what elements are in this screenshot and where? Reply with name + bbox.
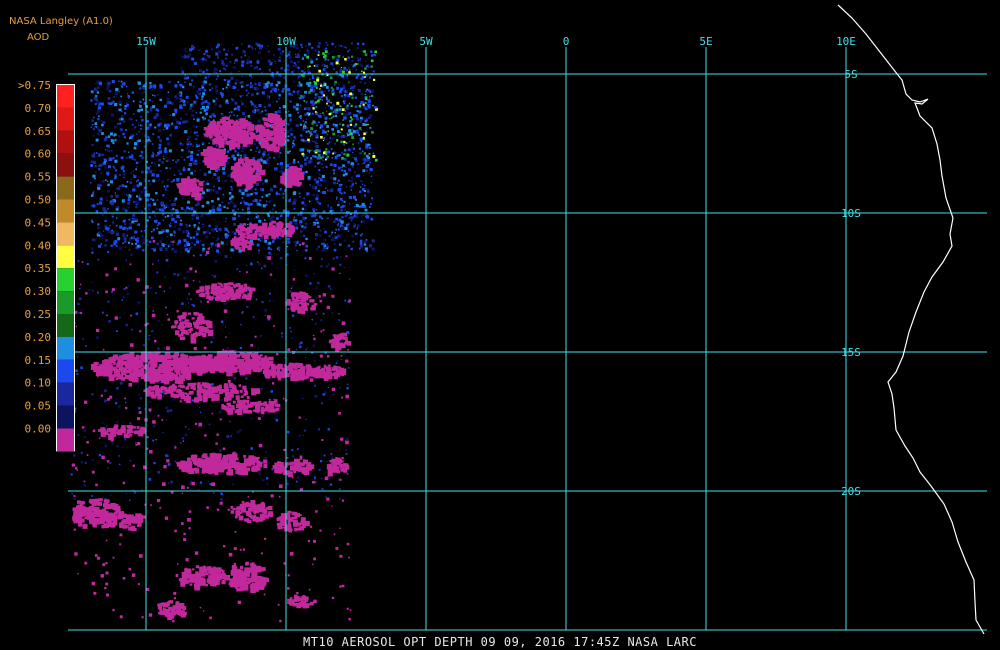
longitude-label: 10W xyxy=(276,35,296,48)
legend-label: 0.00 xyxy=(25,423,52,436)
latitude-label: 20S xyxy=(841,485,861,498)
map-background xyxy=(0,0,1000,650)
legend-label: 0.50 xyxy=(25,194,52,207)
latitude-label: 15S xyxy=(841,346,861,359)
legend-swatch xyxy=(57,268,74,292)
legend-label: 0.25 xyxy=(25,308,52,321)
legend-swatch xyxy=(57,291,74,314)
legend-label: 0.45 xyxy=(25,216,52,229)
latitude-label: 10S xyxy=(841,207,861,220)
legend-label: 0.40 xyxy=(25,239,52,252)
longitude-label: 10E xyxy=(836,35,856,48)
map-caption: MT10 AEROSOL OPT DEPTH 09 09, 2016 17:45… xyxy=(303,635,697,649)
legend-label: >0.75 xyxy=(18,79,51,92)
legend-label: 0.05 xyxy=(25,400,52,413)
legend-label: 0.35 xyxy=(25,262,52,275)
legend-swatch xyxy=(57,222,74,246)
legend-label: 0.10 xyxy=(25,377,52,390)
legend-label: 0.30 xyxy=(25,285,52,298)
legend-swatch xyxy=(57,382,74,406)
longitude-label: 0 xyxy=(563,35,570,48)
aod-map: 15W 10W 5W 0 5E 10E 5S 10S 15S 20S >0.75 0.70 0.65 0… xyxy=(0,0,1000,650)
legend-swatch xyxy=(57,314,74,337)
legend-swatch xyxy=(57,85,74,108)
legend-swatch xyxy=(57,130,74,154)
latitude-label: 5S xyxy=(844,68,857,81)
legend-label: 0.20 xyxy=(25,331,52,344)
legend-swatch xyxy=(57,153,74,177)
legend-swatch xyxy=(57,176,74,200)
legend-swatch xyxy=(57,405,74,429)
product-label: AOD xyxy=(27,32,50,43)
legend-swatch xyxy=(57,336,74,360)
legend-label: 0.55 xyxy=(25,171,52,184)
legend-swatch xyxy=(57,245,74,269)
source-label: NASA Langley (A1.0) xyxy=(9,16,113,27)
legend-label: 0.70 xyxy=(25,102,52,115)
legend-swatch xyxy=(57,428,74,452)
legend-swatch xyxy=(57,359,74,383)
legend-label: 0.15 xyxy=(25,354,52,367)
legend-swatch xyxy=(57,107,74,131)
legend-label: 0.65 xyxy=(25,125,52,138)
legend-swatch xyxy=(57,199,74,223)
longitude-label: 15W xyxy=(136,35,156,48)
longitude-label: 5E xyxy=(699,35,712,48)
longitude-label: 5W xyxy=(419,35,433,48)
legend-label: 0.60 xyxy=(25,148,52,161)
